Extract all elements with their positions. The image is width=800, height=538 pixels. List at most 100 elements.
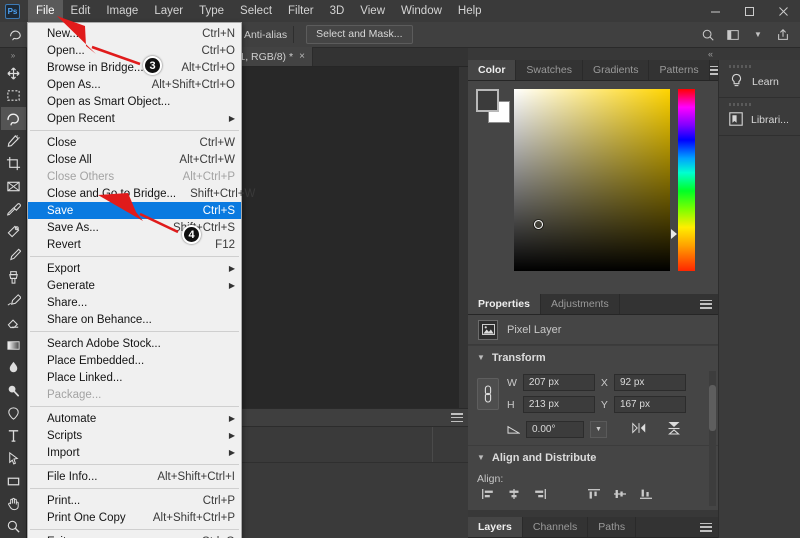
y-input[interactable]: 167 px <box>613 396 686 413</box>
align-left-icon[interactable] <box>482 489 494 502</box>
gradient-tool[interactable] <box>1 334 26 357</box>
maximize-button[interactable] <box>732 0 766 22</box>
dock-collapse-icon[interactable]: « <box>468 48 718 60</box>
menu-3d[interactable]: 3D <box>322 0 353 22</box>
menu-item-save-as[interactable]: Save As... Shift+Ctrl+S <box>28 219 241 236</box>
brush-tool[interactable] <box>1 243 26 266</box>
menu-item-file-info[interactable]: File Info... Alt+Shift+Ctrl+I <box>28 468 241 485</box>
menu-item-share[interactable]: Share... <box>28 294 241 311</box>
menu-type[interactable]: Type <box>191 0 232 22</box>
lasso-tool[interactable] <box>0 107 26 130</box>
crop-tool[interactable] <box>1 153 26 176</box>
menu-item-close-all[interactable]: Close All Alt+Ctrl+W <box>28 151 241 168</box>
menu-item-revert[interactable]: Revert F12 <box>28 236 241 253</box>
menu-item-open-as-smart-object[interactable]: Open as Smart Object... <box>28 93 241 110</box>
select-and-mask-button[interactable]: Select and Mask... <box>306 25 413 44</box>
menu-item-save[interactable]: Save Ctrl+S <box>28 202 241 219</box>
menu-edit[interactable]: Edit <box>63 0 99 22</box>
x-input[interactable]: 92 px <box>613 374 686 391</box>
menu-item-place-linked[interactable]: Place Linked... <box>28 369 241 386</box>
tab-layers[interactable]: Layers <box>468 517 523 537</box>
color-picker-cursor[interactable] <box>534 220 543 229</box>
tab-adjustments[interactable]: Adjustments <box>540 294 620 314</box>
menu-view[interactable]: View <box>352 0 393 22</box>
tab-gradients[interactable]: Gradients <box>582 60 650 80</box>
menu-image[interactable]: Image <box>98 0 146 22</box>
hue-slider[interactable] <box>678 89 695 271</box>
tab-channels[interactable]: Channels <box>522 517 589 537</box>
foreground-color-swatch[interactable] <box>476 89 499 112</box>
tab-swatches[interactable]: Swatches <box>516 60 583 80</box>
close-icon[interactable]: × <box>299 51 305 62</box>
chevron-down-icon[interactable]: ▼ <box>747 25 769 45</box>
workspace-icon[interactable] <box>722 25 744 45</box>
layers-panel-menu-icon[interactable] <box>700 517 718 537</box>
frame-tool[interactable] <box>1 175 26 198</box>
sidebar-item-learn[interactable]: Learn <box>719 60 800 98</box>
menu-help[interactable]: Help <box>450 0 490 22</box>
align-top-icon[interactable] <box>588 489 600 502</box>
hue-slider-marker[interactable] <box>671 229 677 239</box>
menu-item-export[interactable]: Export ▶ <box>28 260 241 277</box>
menu-file[interactable]: File <box>28 0 63 22</box>
sidebar-item-libraries[interactable]: Librari... <box>719 98 800 136</box>
menu-item-new[interactable]: New... Ctrl+N <box>28 25 241 42</box>
type-tool[interactable] <box>1 425 26 448</box>
flip-vertical-icon[interactable] <box>667 421 681 438</box>
menu-item-print-one-copy[interactable]: Print One Copy Alt+Shift+Ctrl+P <box>28 509 241 526</box>
panel-menu-icon[interactable] <box>451 413 463 422</box>
tab-properties[interactable]: Properties <box>468 294 541 314</box>
eraser-tool[interactable] <box>1 311 26 334</box>
menu-item-open[interactable]: Open... Ctrl+O <box>28 42 241 59</box>
align-center-horizontal-icon[interactable] <box>508 489 520 502</box>
angle-input[interactable]: 0.00° <box>526 421 584 438</box>
tab-paths[interactable]: Paths <box>588 517 637 537</box>
menu-item-close-and-go-to-bridge[interactable]: Close and Go to Bridge... Shift+Ctrl+W <box>28 185 255 202</box>
menu-item-open-as[interactable]: Open As... Alt+Shift+Ctrl+O <box>28 76 241 93</box>
align-section-header[interactable]: ▼ Align and Distribute <box>468 445 718 469</box>
menu-item-share-on-behance[interactable]: Share on Behance... <box>28 311 241 328</box>
transform-section-header[interactable]: ▼ Transform <box>468 345 718 369</box>
properties-scrollbar[interactable] <box>709 371 716 506</box>
height-input[interactable]: 213 px <box>522 396 595 413</box>
zoom-tool[interactable] <box>1 515 26 538</box>
search-icon[interactable] <box>697 25 719 45</box>
clone-stamp-tool[interactable] <box>1 266 26 289</box>
tab-patterns[interactable]: Patterns <box>649 60 710 80</box>
menu-filter[interactable]: Filter <box>280 0 322 22</box>
share-icon[interactable] <box>772 25 794 45</box>
flip-horizontal-icon[interactable] <box>631 422 647 437</box>
menu-layer[interactable]: Layer <box>146 0 191 22</box>
menu-item-exit[interactable]: ExitCtrl+Q <box>28 533 241 538</box>
align-bottom-icon[interactable] <box>640 489 652 502</box>
toolbar-collapse-icon[interactable]: » <box>0 50 26 62</box>
pen-tool[interactable] <box>1 402 26 425</box>
quick-selection-tool[interactable] <box>1 130 26 153</box>
tab-color[interactable]: Color <box>468 60 517 80</box>
path-selection-tool[interactable] <box>1 447 26 470</box>
menu-item-scripts[interactable]: Scripts ▶ <box>28 427 241 444</box>
menu-item-place-embedded[interactable]: Place Embedded... <box>28 352 241 369</box>
history-brush-tool[interactable] <box>1 289 26 312</box>
menu-item-open-recent[interactable]: Open Recent ▶ <box>28 110 241 127</box>
menu-select[interactable]: Select <box>232 0 280 22</box>
menu-item-generate[interactable]: Generate ▶ <box>28 277 241 294</box>
chevron-down-icon[interactable]: ▼ <box>590 421 607 438</box>
menu-item-automate[interactable]: Automate ▶ <box>28 410 241 427</box>
color-picker-field[interactable] <box>514 89 670 271</box>
blur-tool[interactable] <box>1 357 26 380</box>
menu-item-package[interactable]: Package... <box>28 386 241 403</box>
dodge-tool[interactable] <box>1 379 26 402</box>
canvas-vertical-scrollbar[interactable] <box>459 67 468 408</box>
menu-item-search-adobe-stock[interactable]: Search Adobe Stock... <box>28 335 241 352</box>
rectangle-tool[interactable] <box>1 470 26 493</box>
link-dimensions-button[interactable] <box>477 377 499 410</box>
eyedropper-tool[interactable] <box>1 198 26 221</box>
minimize-button[interactable] <box>698 0 732 22</box>
properties-panel-menu-icon[interactable] <box>700 294 718 314</box>
menu-item-import[interactable]: Import ▶ <box>28 444 241 461</box>
menu-window[interactable]: Window <box>393 0 450 22</box>
close-button[interactable] <box>766 0 800 22</box>
width-input[interactable]: 207 px <box>522 374 595 391</box>
menu-item-close-others[interactable]: Close Others Alt+Ctrl+P <box>28 168 241 185</box>
